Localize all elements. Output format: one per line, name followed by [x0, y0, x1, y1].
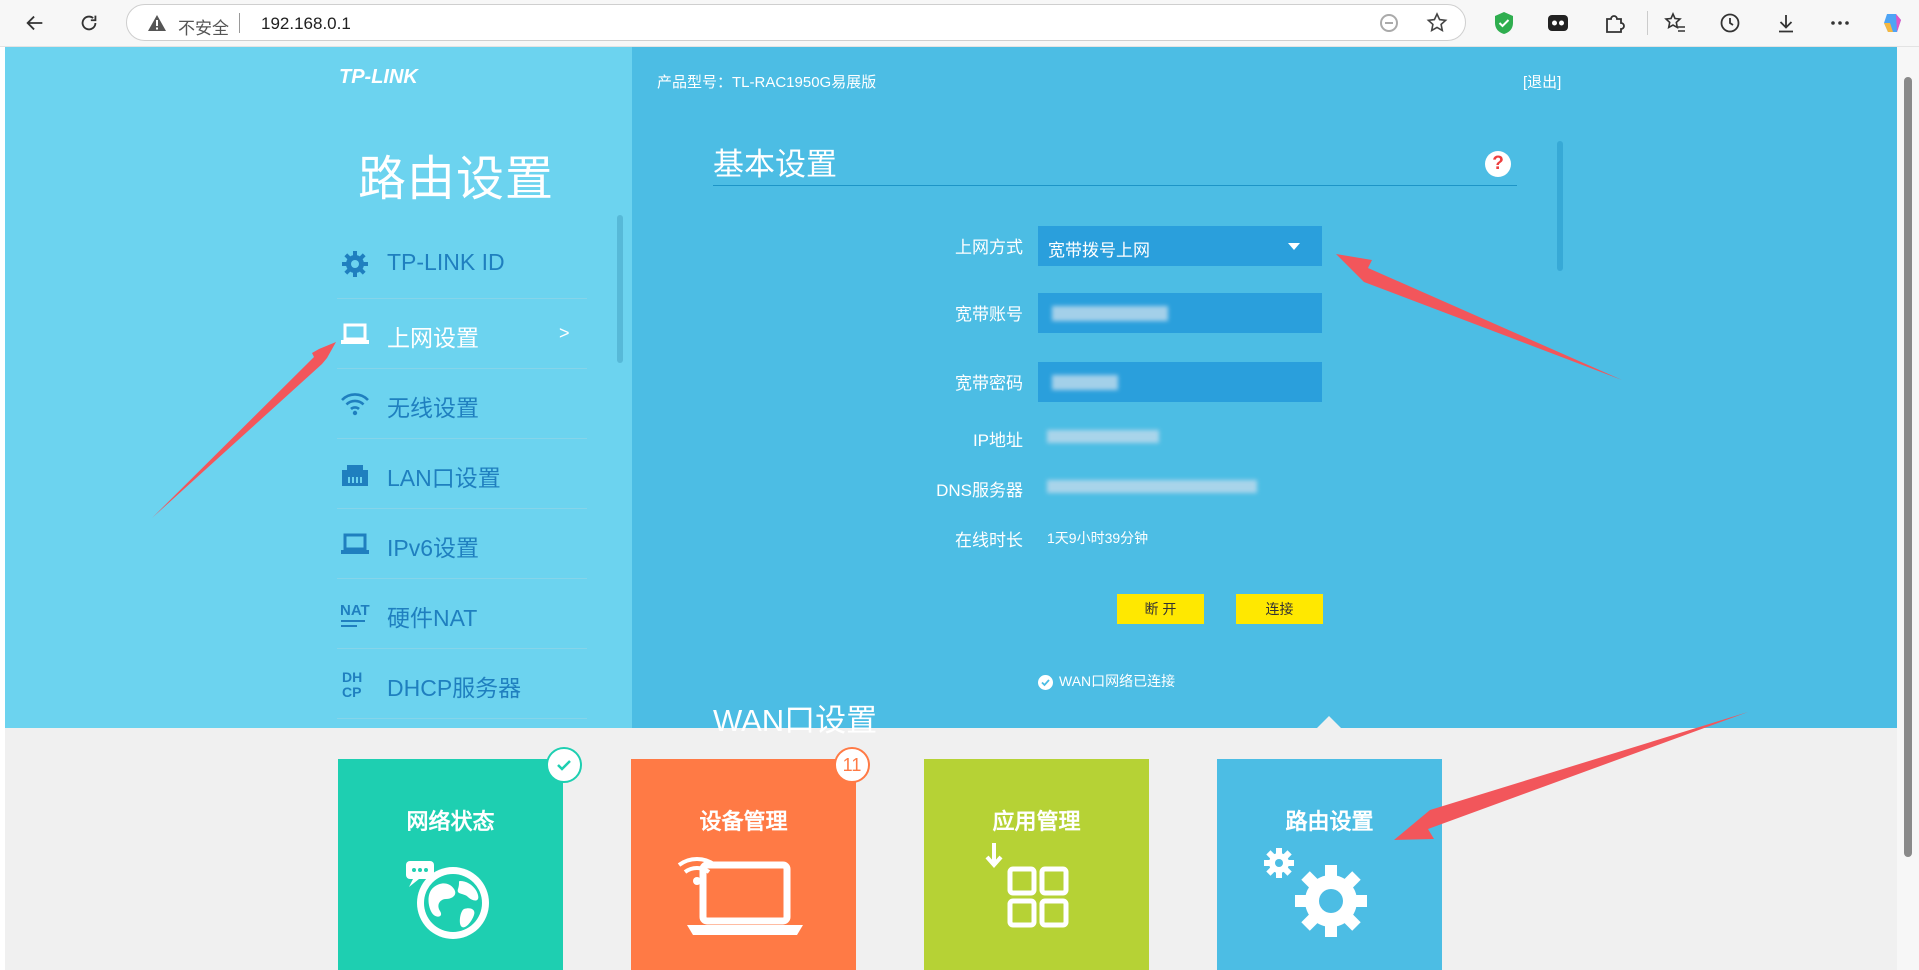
wan-type-value: 宽带拨号上网: [1048, 241, 1150, 260]
sidebar-item-wireless[interactable]: 无线设置: [337, 369, 587, 439]
svg-text:CP: CP: [342, 684, 361, 700]
wan-status-text: WAN口网络已连接: [1059, 673, 1176, 689]
laptop-icon: [339, 318, 371, 350]
connect-button[interactable]: 连接: [1236, 594, 1323, 624]
history-icon[interactable]: [1716, 9, 1744, 37]
sidebar-item-label: LAN口设置: [387, 465, 501, 491]
device-count-badge: 11: [834, 747, 870, 783]
laptop-wifi-icon: [677, 857, 803, 935]
sidebar-item-dhcp[interactable]: DH CP DHCP服务器: [337, 649, 587, 719]
toolbar-separator: [1647, 11, 1648, 35]
svg-text:DH: DH: [342, 669, 362, 685]
reload-icon: [81, 15, 97, 31]
wan-type-select[interactable]: 宽带拨号上网: [1038, 226, 1322, 266]
extension-icon[interactable]: [1544, 9, 1572, 37]
help-icon[interactable]: ?: [1485, 151, 1511, 177]
sidebar-menu: TP-LINK ID 上网设置 > 无线设置 LAN口设置 IPv6设置 NAT…: [337, 229, 587, 719]
redacted-password: [1052, 375, 1118, 390]
warning-icon: [148, 15, 166, 31]
content-scrollbar[interactable]: [1557, 141, 1563, 271]
copilot-icon[interactable]: [1880, 9, 1908, 37]
uptime-value: 1天9小时39分钟: [1047, 530, 1149, 546]
ip-label: IP地址: [972, 431, 1023, 450]
back-arrow-icon: [26, 15, 43, 31]
sidebar-item-tplink-id[interactable]: TP-LINK ID: [337, 229, 587, 299]
tile-label: 路由设置: [1285, 809, 1374, 834]
puzzle-icon[interactable]: [1600, 9, 1628, 37]
shield-extension-icon[interactable]: [1490, 9, 1518, 37]
reload-button[interactable]: [72, 6, 106, 40]
router-admin-page: TP-LINK 路由设置 TP-LINK ID 上网设置 > 无线设置 LAN口…: [5, 47, 1897, 970]
redacted-account: [1052, 306, 1168, 321]
sidebar-item-label: 上网设置: [387, 325, 479, 351]
sidebar-item-lan[interactable]: LAN口设置: [337, 439, 587, 509]
tile-app-management[interactable]: 应用管理: [924, 759, 1149, 970]
wan-type-label: 上网方式: [955, 238, 1023, 257]
basic-settings-title: 基本设置: [713, 147, 837, 182]
download-icon[interactable]: [1772, 9, 1800, 37]
globe-icon: [406, 861, 489, 939]
tile-label: 网络状态: [406, 809, 495, 834]
svg-text:TP-LINK: TP-LINK: [339, 67, 419, 87]
page-scrollbar-thumb[interactable]: [1904, 77, 1912, 857]
lan-icon: [339, 458, 371, 490]
laptop-icon: [339, 528, 371, 560]
sidebar-item-label: 硬件NAT: [387, 605, 478, 631]
uptime-label: 在线时长: [955, 531, 1023, 550]
address-bar[interactable]: 不安全 192.168.0.1: [126, 4, 1466, 41]
more-menu-icon[interactable]: [1826, 9, 1854, 37]
account-label: 宽带账号: [955, 305, 1023, 324]
gear-icon: [339, 248, 371, 280]
account-input[interactable]: [1038, 293, 1322, 333]
wifi-icon: [339, 388, 371, 420]
sidebar-item-label: IPv6设置: [387, 535, 480, 561]
dhcp-icon: DH CP: [339, 668, 371, 700]
sidebar-item-label: DHCP服务器: [387, 675, 522, 701]
tile-device-management[interactable]: 设备管理 11: [631, 747, 870, 970]
chevron-down-icon: [1288, 243, 1300, 250]
sidebar-item-nat[interactable]: NAT 硬件NAT: [337, 579, 587, 649]
product-model: 产品型号：TL-RAC1950G易展版: [657, 74, 877, 91]
tile-router-settings[interactable]: 路由设置: [1217, 759, 1442, 970]
redacted-dns: [1047, 480, 1257, 493]
favorites-icon[interactable]: [1661, 9, 1689, 37]
svg-text:NAT: NAT: [340, 602, 370, 619]
browser-toolbar: 不安全 192.168.0.1: [0, 0, 1919, 47]
url-text[interactable]: 192.168.0.1: [261, 14, 351, 34]
page-scrollbar[interactable]: [1897, 47, 1919, 970]
wan-settings-title: WAN口设置: [713, 703, 878, 738]
translate-icon[interactable]: [1377, 11, 1401, 35]
url-separator: [239, 13, 240, 33]
gears-icon: [1264, 848, 1367, 937]
sidebar-scrollbar[interactable]: [617, 215, 623, 363]
tplink-logo: TP-LINK: [339, 67, 419, 87]
tile-label: 应用管理: [992, 809, 1081, 834]
check-icon: [1038, 675, 1053, 690]
section-divider: [713, 185, 1517, 186]
password-input[interactable]: [1038, 362, 1322, 402]
dns-label: DNS服务器: [936, 481, 1023, 500]
active-tile-pointer: [1317, 716, 1341, 728]
back-button[interactable]: [18, 6, 52, 40]
wan-status: WAN口网络已连接: [1038, 671, 1175, 691]
sidebar-item-internet[interactable]: 上网设置 >: [337, 299, 587, 369]
tile-label: 设备管理: [699, 809, 788, 834]
star-icon[interactable]: [1425, 11, 1449, 35]
disconnect-button[interactable]: 断 开: [1117, 594, 1204, 624]
nat-icon: NAT: [339, 598, 371, 630]
check-badge-icon: [546, 747, 582, 783]
sidebar-active-arrow: >: [559, 323, 570, 343]
password-label: 宽带密码: [955, 374, 1023, 393]
redacted-ip: [1047, 430, 1159, 443]
apps-grid-icon: [985, 843, 1069, 928]
sidebar-item-label: 无线设置: [387, 395, 479, 421]
sidebar-item-ipv6[interactable]: IPv6设置: [337, 509, 587, 579]
sidebar-item-label: TP-LINK ID: [387, 249, 505, 275]
tile-network-status[interactable]: 网络状态: [338, 747, 582, 970]
page-heading: 路由设置: [358, 153, 555, 206]
insecure-label[interactable]: 不安全: [178, 14, 229, 39]
logout-link[interactable]: [退出]: [1523, 71, 1561, 92]
